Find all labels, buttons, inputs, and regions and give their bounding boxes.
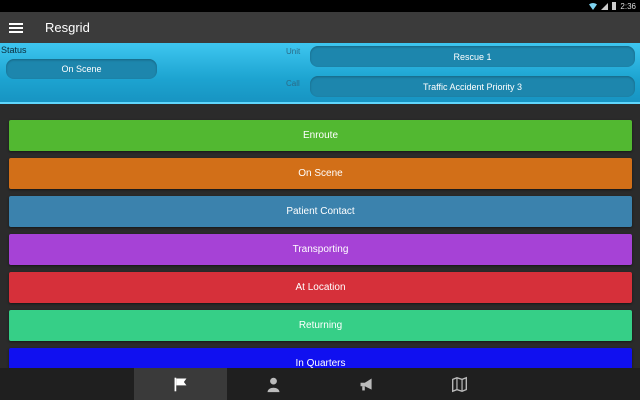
hamburger-menu-icon[interactable]	[9, 22, 23, 34]
current-status-value: On Scene	[6, 59, 157, 79]
app-bar: Resgrid	[0, 12, 640, 43]
status-button-list: Enroute On Scene Patient Contact Transpo…	[0, 104, 640, 368]
megaphone-icon	[360, 378, 372, 390]
unit-value: Rescue 1	[310, 46, 635, 67]
clock: 2:36	[620, 1, 636, 11]
status-label: Status	[1, 45, 27, 55]
status-button-in-quarters[interactable]: In Quarters	[9, 348, 632, 368]
status-button-on-scene[interactable]: On Scene	[9, 158, 632, 189]
status-button-at-location[interactable]: At Location	[9, 272, 632, 303]
nav-messages-tab[interactable]	[320, 368, 413, 400]
status-button-enroute[interactable]: Enroute	[9, 120, 632, 151]
call-value: Traffic Accident Priority 3	[310, 76, 635, 97]
nav-map-tab[interactable]	[413, 368, 506, 400]
battery-icon	[612, 2, 617, 10]
status-button-returning[interactable]: Returning	[9, 310, 632, 341]
status-button-transporting[interactable]: Transporting	[9, 234, 632, 265]
system-status-bar: 2:36	[0, 0, 640, 12]
bottom-navigation	[0, 368, 640, 400]
map-icon	[452, 376, 467, 392]
nav-status-tab[interactable]	[134, 368, 227, 400]
person-icon	[267, 377, 280, 392]
unit-info-header: Status On Scene Unit Rescue 1 Call Traff…	[0, 43, 640, 104]
nav-personnel-tab[interactable]	[227, 368, 320, 400]
signal-icon	[601, 2, 609, 10]
app-title: Resgrid	[45, 20, 90, 35]
wifi-icon	[589, 3, 598, 10]
flag-icon	[174, 377, 187, 391]
call-label: Call	[286, 79, 300, 88]
status-button-patient-contact[interactable]: Patient Contact	[9, 196, 632, 227]
unit-label: Unit	[286, 47, 301, 56]
